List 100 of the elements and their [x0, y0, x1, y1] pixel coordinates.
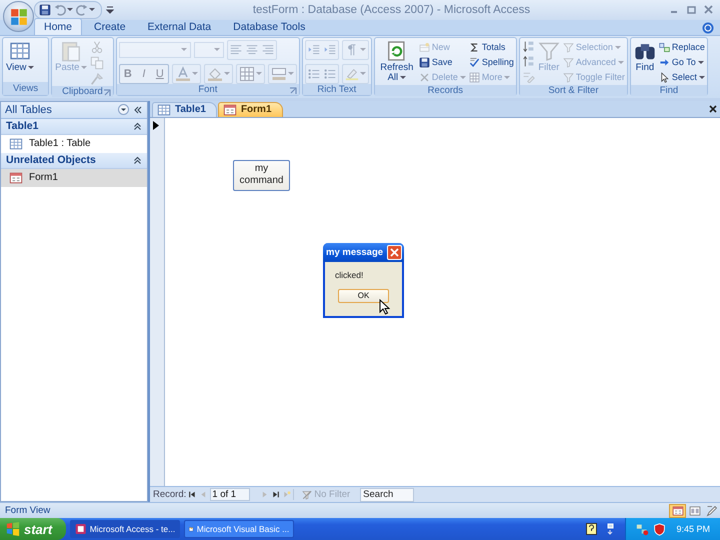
undo-button[interactable] — [54, 4, 73, 16]
scissors-icon — [90, 40, 104, 54]
nav-item[interactable]: Table1 : Table — [1, 134, 147, 153]
spelling-button[interactable]: Spelling — [468, 54, 514, 70]
nav-item[interactable]: Form1 — [1, 168, 147, 187]
group-label: Records — [428, 84, 464, 96]
selection-icon — [562, 42, 574, 53]
replace-button[interactable]: Replace — [658, 40, 705, 55]
search-field[interactable]: Search — [360, 488, 414, 502]
format-painter-icon — [90, 72, 104, 86]
window-title: testForm : Database (Access 2007) - Microsoft Access — [252, 4, 532, 16]
ribbon-tab[interactable]: Database Tools — [223, 18, 316, 35]
delete-icon — [418, 72, 430, 83]
view-button[interactable]: View — [5, 40, 36, 73]
first-record-icon — [188, 490, 198, 500]
first-record-button[interactable] — [188, 490, 198, 500]
group-header[interactable]: Table1 — [1, 118, 147, 135]
shield-icon[interactable] — [653, 522, 666, 536]
font-name-field[interactable] — [118, 42, 191, 58]
launcher-icon[interactable] — [288, 86, 297, 95]
save-icon-button[interactable] — [39, 4, 51, 16]
increase-indent-icon — [306, 42, 322, 57]
fill-color-icon — [206, 66, 223, 82]
app-icon — [75, 523, 87, 535]
advanced-icon — [562, 56, 574, 68]
layout-view-icon — [688, 504, 700, 517]
no-filter-icon — [302, 490, 312, 500]
last-record-icon — [271, 490, 280, 500]
save-icon — [39, 4, 51, 16]
group-label: Clipboard — [62, 86, 103, 97]
ribbon-tab[interactable]: Home — [34, 18, 82, 35]
form-icon — [9, 170, 23, 185]
document-tab[interactable]: Form1 — [218, 102, 282, 117]
ribbon-tab[interactable]: External Data — [138, 18, 222, 35]
new-icon — [418, 42, 430, 53]
ok-button[interactable]: OK — [338, 288, 389, 303]
refresh-button[interactable]: Refresh All — [376, 40, 417, 83]
record-position-field[interactable]: 1 of 1 — [210, 488, 250, 502]
clipboard-icon — [60, 40, 82, 62]
last-record-button[interactable] — [271, 490, 280, 500]
new-record-icon — [282, 490, 292, 500]
group-header[interactable]: Unrelated Objects — [1, 152, 147, 169]
replace-icon — [658, 42, 670, 53]
sort-descending-icon — [522, 54, 535, 68]
dialog-title: my message — [326, 246, 384, 258]
nav-item-label: Form1 — [29, 172, 58, 184]
group-label: Sort & Filter — [548, 84, 598, 96]
office-logo-icon — [10, 8, 28, 26]
bullets-icon — [322, 66, 338, 81]
totals-icon — [468, 42, 480, 53]
redo-button[interactable] — [76, 4, 95, 16]
design-view-icon — [706, 504, 718, 517]
gridlines-icon — [238, 66, 255, 82]
start-button[interactable]: start — [0, 518, 66, 540]
current-record-icon — [153, 120, 159, 130]
find-button[interactable]: Find — [632, 40, 657, 73]
copy-icon — [90, 56, 104, 70]
network-tray-icon[interactable] — [636, 522, 650, 536]
next-record-icon — [260, 490, 270, 500]
group-label: Views — [13, 82, 38, 94]
ribbon-tab[interactable]: Create — [84, 18, 136, 35]
windows-logo-icon — [6, 522, 20, 536]
group-label: Rich Text — [317, 84, 356, 95]
close-icon — [390, 248, 399, 257]
totals-button[interactable]: Totals — [468, 40, 514, 55]
customize-icon[interactable] — [106, 4, 114, 15]
save-button[interactable]: Save — [418, 54, 466, 70]
group-title: Table1 — [6, 120, 40, 132]
table-icon — [9, 136, 23, 151]
status-text: Form View — [5, 505, 52, 516]
record-label: Record: — [153, 489, 186, 500]
undo-icon — [54, 4, 66, 16]
spelling-icon — [468, 56, 480, 68]
sort-ascending-icon — [522, 40, 535, 53]
mouse-cursor-icon — [379, 298, 390, 315]
select-icon — [658, 72, 670, 83]
help-icon[interactable] — [702, 22, 714, 34]
font-color-icon — [174, 66, 191, 82]
taskbar-button[interactable]: Microsoft Access - te... — [70, 520, 180, 538]
close-icon[interactable] — [709, 104, 717, 113]
help-icon[interactable] — [586, 523, 598, 535]
go-to-button[interactable]: Go To — [658, 54, 705, 70]
restore-icon[interactable] — [686, 4, 697, 16]
select-button[interactable]: Select — [658, 70, 705, 85]
collapse-icon[interactable] — [133, 104, 143, 115]
form-icon — [222, 102, 237, 117]
font-size-field[interactable] — [194, 42, 224, 58]
go-to-icon — [658, 56, 670, 68]
save-icon — [418, 56, 430, 68]
dropdown-icon[interactable] — [118, 104, 129, 116]
document-tab[interactable]: Table1 — [152, 102, 217, 117]
form-view-icon — [672, 504, 684, 517]
launcher-icon[interactable] — [102, 88, 111, 97]
more-icon — [468, 72, 480, 83]
command-button[interactable]: my command — [233, 160, 290, 191]
alternate-fill-icon — [270, 66, 287, 82]
taskbar-button[interactable]: Microsoft Visual Basic ... — [184, 520, 294, 538]
view-button[interactable] — [669, 504, 686, 518]
close-button[interactable] — [387, 244, 402, 260]
highlight-icon — [344, 66, 359, 81]
